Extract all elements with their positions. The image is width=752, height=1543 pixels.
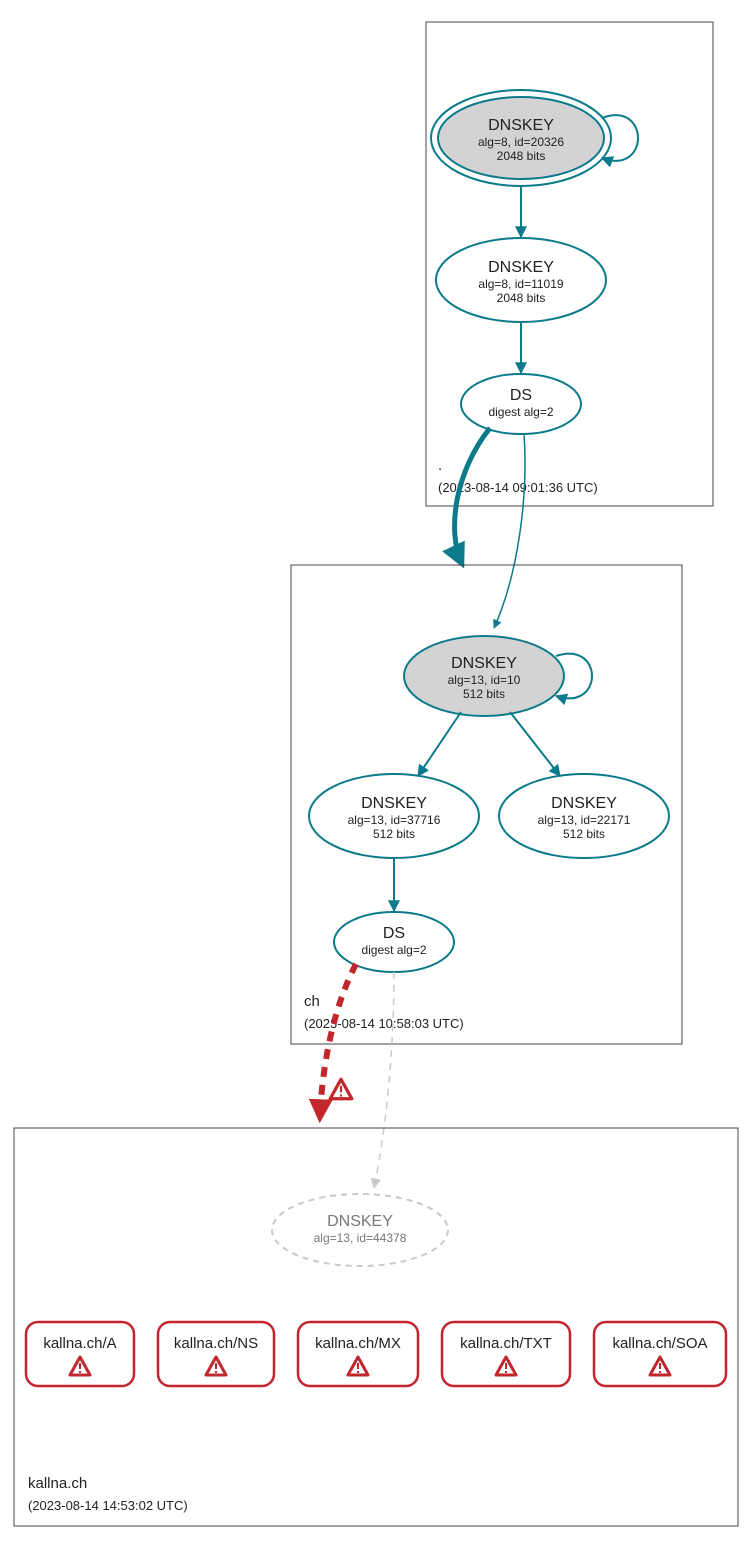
rr-label: kallna.ch/NS	[174, 1335, 258, 1352]
node-kallna-dnskey[interactable]: DNSKEY alg=13, id=44378	[272, 1194, 448, 1266]
edge-chksk-zsk2	[510, 712, 560, 776]
node-detail: alg=13, id=22171	[538, 813, 631, 827]
node-ch-ksk[interactable]: DNSKEY alg=13, id=10 512 bits	[404, 636, 564, 716]
rrset-ns[interactable]: kallna.ch/NS	[158, 1322, 274, 1386]
zone-ch: ch (2023-08-14 10:58:03 UTC) DNSKEY alg=…	[291, 565, 682, 1044]
warning-icon	[330, 1079, 352, 1099]
node-label: DNSKEY	[361, 795, 427, 812]
zone-ch-name: ch	[304, 993, 320, 1010]
node-detail: alg=13, id=37716	[348, 813, 441, 827]
node-label: DNSKEY	[451, 655, 517, 672]
node-ch-zsk1[interactable]: DNSKEY alg=13, id=37716 512 bits	[309, 774, 479, 858]
node-ch-zsk2[interactable]: DNSKEY alg=13, id=22171 512 bits	[499, 774, 669, 858]
node-root-ds[interactable]: DS digest alg=2	[461, 374, 581, 434]
rr-label: kallna.ch/TXT	[460, 1335, 552, 1352]
zone-ch-ts: (2023-08-14 10:58:03 UTC)	[304, 1016, 464, 1031]
node-label: DNSKEY	[327, 1213, 393, 1230]
node-detail: alg=8, id=11019	[478, 277, 564, 291]
rrset-mx[interactable]: kallna.ch/MX	[298, 1322, 418, 1386]
node-detail: 512 bits	[463, 687, 505, 701]
node-detail: alg=13, id=44378	[314, 1231, 407, 1245]
node-label: DS	[510, 387, 532, 404]
edge-chds-to-kdnskey	[374, 972, 394, 1188]
rr-label: kallna.ch/A	[43, 1335, 116, 1352]
node-root-ksk[interactable]: DNSKEY alg=8, id=20326 2048 bits	[431, 90, 611, 186]
node-detail: 2048 bits	[497, 149, 546, 163]
node-label: DNSKEY	[488, 259, 554, 276]
node-root-zsk[interactable]: DNSKEY alg=8, id=11019 2048 bits	[436, 238, 606, 322]
node-detail: 2048 bits	[497, 291, 546, 305]
node-label: DNSKEY	[488, 117, 554, 134]
rr-label: kallna.ch/MX	[315, 1335, 401, 1352]
node-detail: 512 bits	[373, 827, 415, 841]
node-detail: digest alg=2	[361, 943, 426, 957]
edge-chksk-zsk1	[418, 712, 461, 776]
node-ch-ds[interactable]: DS digest alg=2	[334, 912, 454, 972]
node-detail: digest alg=2	[488, 405, 553, 419]
rrset-txt[interactable]: kallna.ch/TXT	[442, 1322, 570, 1386]
zone-kallna-ts: (2023-08-14 14:53:02 UTC)	[28, 1498, 188, 1513]
edge-root-to-ch-box	[455, 428, 490, 564]
rr-label: kallna.ch/SOA	[612, 1335, 707, 1352]
node-label: DNSKEY	[551, 795, 617, 812]
rrset-a[interactable]: kallna.ch/A	[26, 1322, 134, 1386]
node-detail: alg=13, id=10	[448, 673, 521, 687]
node-detail: 512 bits	[563, 827, 605, 841]
rrset-soa[interactable]: kallna.ch/SOA	[594, 1322, 726, 1386]
zone-kallna-name: kallna.ch	[28, 1475, 87, 1492]
zone-root-name: .	[438, 457, 442, 474]
edge-self-root-ksk	[602, 115, 638, 161]
zone-root: . (2023-08-14 09:01:36 UTC) DNSKEY alg=8…	[426, 22, 713, 506]
node-label: DS	[383, 925, 405, 942]
edge-rootds-to-chksk	[494, 434, 525, 628]
node-detail: alg=8, id=20326	[478, 135, 564, 149]
zone-kallna: kallna.ch (2023-08-14 14:53:02 UTC) DNSK…	[14, 1128, 738, 1526]
